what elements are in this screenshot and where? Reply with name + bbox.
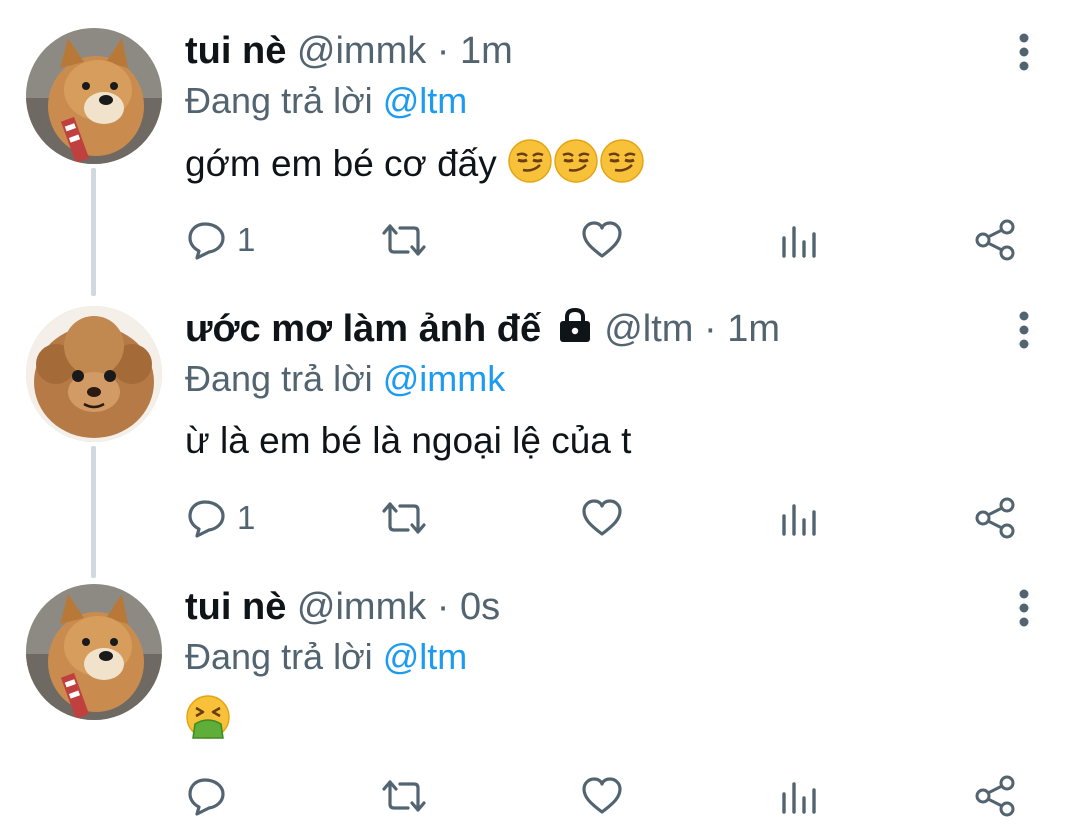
heart-icon (580, 218, 624, 262)
tweet-text-content: ừ là em bé là ngoại lệ của t (185, 420, 632, 461)
retweet-button[interactable] (380, 490, 428, 546)
tweet[interactable]: tui nè @immk · 1m Đang trả lời @ltm gớm … (0, 0, 1080, 280)
retweet-icon (380, 496, 428, 540)
mention-link[interactable]: @ltm (383, 80, 468, 121)
more-options-icon[interactable] (1012, 588, 1036, 628)
replying-to-label: Đang trả lời (185, 80, 373, 121)
heart-icon (580, 774, 624, 818)
vomiting-face-icon (185, 694, 231, 753)
avatar[interactable] (26, 28, 162, 164)
lock-icon (556, 307, 594, 354)
like-button[interactable] (580, 212, 624, 268)
smirking-face-icon (599, 138, 645, 197)
tweet[interactable]: tui nè @immk · 0s Đang trả lời @ltm (0, 556, 1080, 836)
analytics-button[interactable] (779, 490, 819, 546)
timestamp[interactable]: 1m (727, 308, 780, 350)
tweet-actions: 1 (185, 212, 1035, 268)
smirking-face-icon (553, 138, 599, 197)
more-options-icon[interactable] (1012, 310, 1036, 350)
share-icon (973, 496, 1017, 540)
tweet-header: ước mơ làm ảnh đế @ltm · 1m (185, 306, 780, 352)
replying-to-label: Đang trả lời (185, 358, 373, 399)
like-button[interactable] (580, 490, 624, 546)
retweet-button[interactable] (380, 212, 428, 268)
retweet-icon (380, 774, 428, 818)
tweet-text: gớm em bé cơ đấy (185, 138, 645, 197)
reply-button[interactable]: 1 (185, 212, 255, 268)
analytics-icon (779, 774, 819, 818)
reply-count: 1 (237, 221, 256, 258)
retweet-button[interactable] (380, 768, 428, 824)
analytics-button[interactable] (779, 768, 819, 824)
tweet-actions (185, 768, 1035, 824)
tweet-text (185, 694, 231, 753)
avatar[interactable] (26, 584, 162, 720)
timestamp[interactable]: 0s (460, 586, 500, 628)
separator-dot: · (436, 586, 450, 628)
mention-link[interactable]: @ltm (383, 636, 468, 677)
share-icon (973, 774, 1017, 818)
heart-icon (580, 496, 624, 540)
tweet-text-content: gớm em bé cơ đấy (185, 143, 497, 184)
analytics-icon (779, 496, 819, 540)
reply-icon (185, 496, 229, 540)
reply-button[interactable]: 1 (185, 490, 255, 546)
more-options-icon[interactable] (1012, 32, 1036, 72)
reply-count: 1 (237, 499, 256, 536)
replying-to: Đang trả lời @ltm (185, 634, 467, 680)
user-handle[interactable]: @immk (297, 30, 426, 72)
retweet-icon (380, 218, 428, 262)
mention-link[interactable]: @immk (383, 358, 506, 399)
display-name[interactable]: ước mơ làm ảnh đế (185, 308, 541, 350)
analytics-button[interactable] (779, 212, 819, 268)
separator-dot: · (436, 30, 450, 72)
share-button[interactable] (973, 768, 1017, 824)
share-button[interactable] (973, 490, 1017, 546)
user-handle[interactable]: @ltm (604, 308, 693, 350)
like-button[interactable] (580, 768, 624, 824)
replying-to: Đang trả lời @ltm (185, 78, 467, 124)
tweet-text: ừ là em bé là ngoại lệ của t (185, 416, 631, 466)
separator-dot: · (704, 308, 717, 350)
reply-button[interactable] (185, 768, 237, 824)
display-name[interactable]: tui nè (185, 586, 286, 628)
share-button[interactable] (973, 212, 1017, 268)
analytics-icon (779, 218, 819, 262)
reply-icon (185, 218, 229, 262)
tweet-header: tui nè @immk · 0s (185, 584, 500, 630)
smirking-face-icon (507, 138, 553, 197)
share-icon (973, 218, 1017, 262)
replying-to: Đang trả lời @immk (185, 356, 505, 402)
replying-to-label: Đang trả lời (185, 636, 373, 677)
display-name[interactable]: tui nè (185, 30, 286, 72)
user-handle[interactable]: @immk (297, 586, 426, 628)
tweet-actions: 1 (185, 490, 1035, 546)
reply-icon (185, 774, 229, 818)
timestamp[interactable]: 1m (460, 30, 513, 72)
tweet[interactable]: ước mơ làm ảnh đế @ltm · 1m Đang trả lời… (0, 278, 1080, 558)
tweet-header: tui nè @immk · 1m (185, 28, 513, 74)
avatar[interactable] (26, 306, 162, 442)
